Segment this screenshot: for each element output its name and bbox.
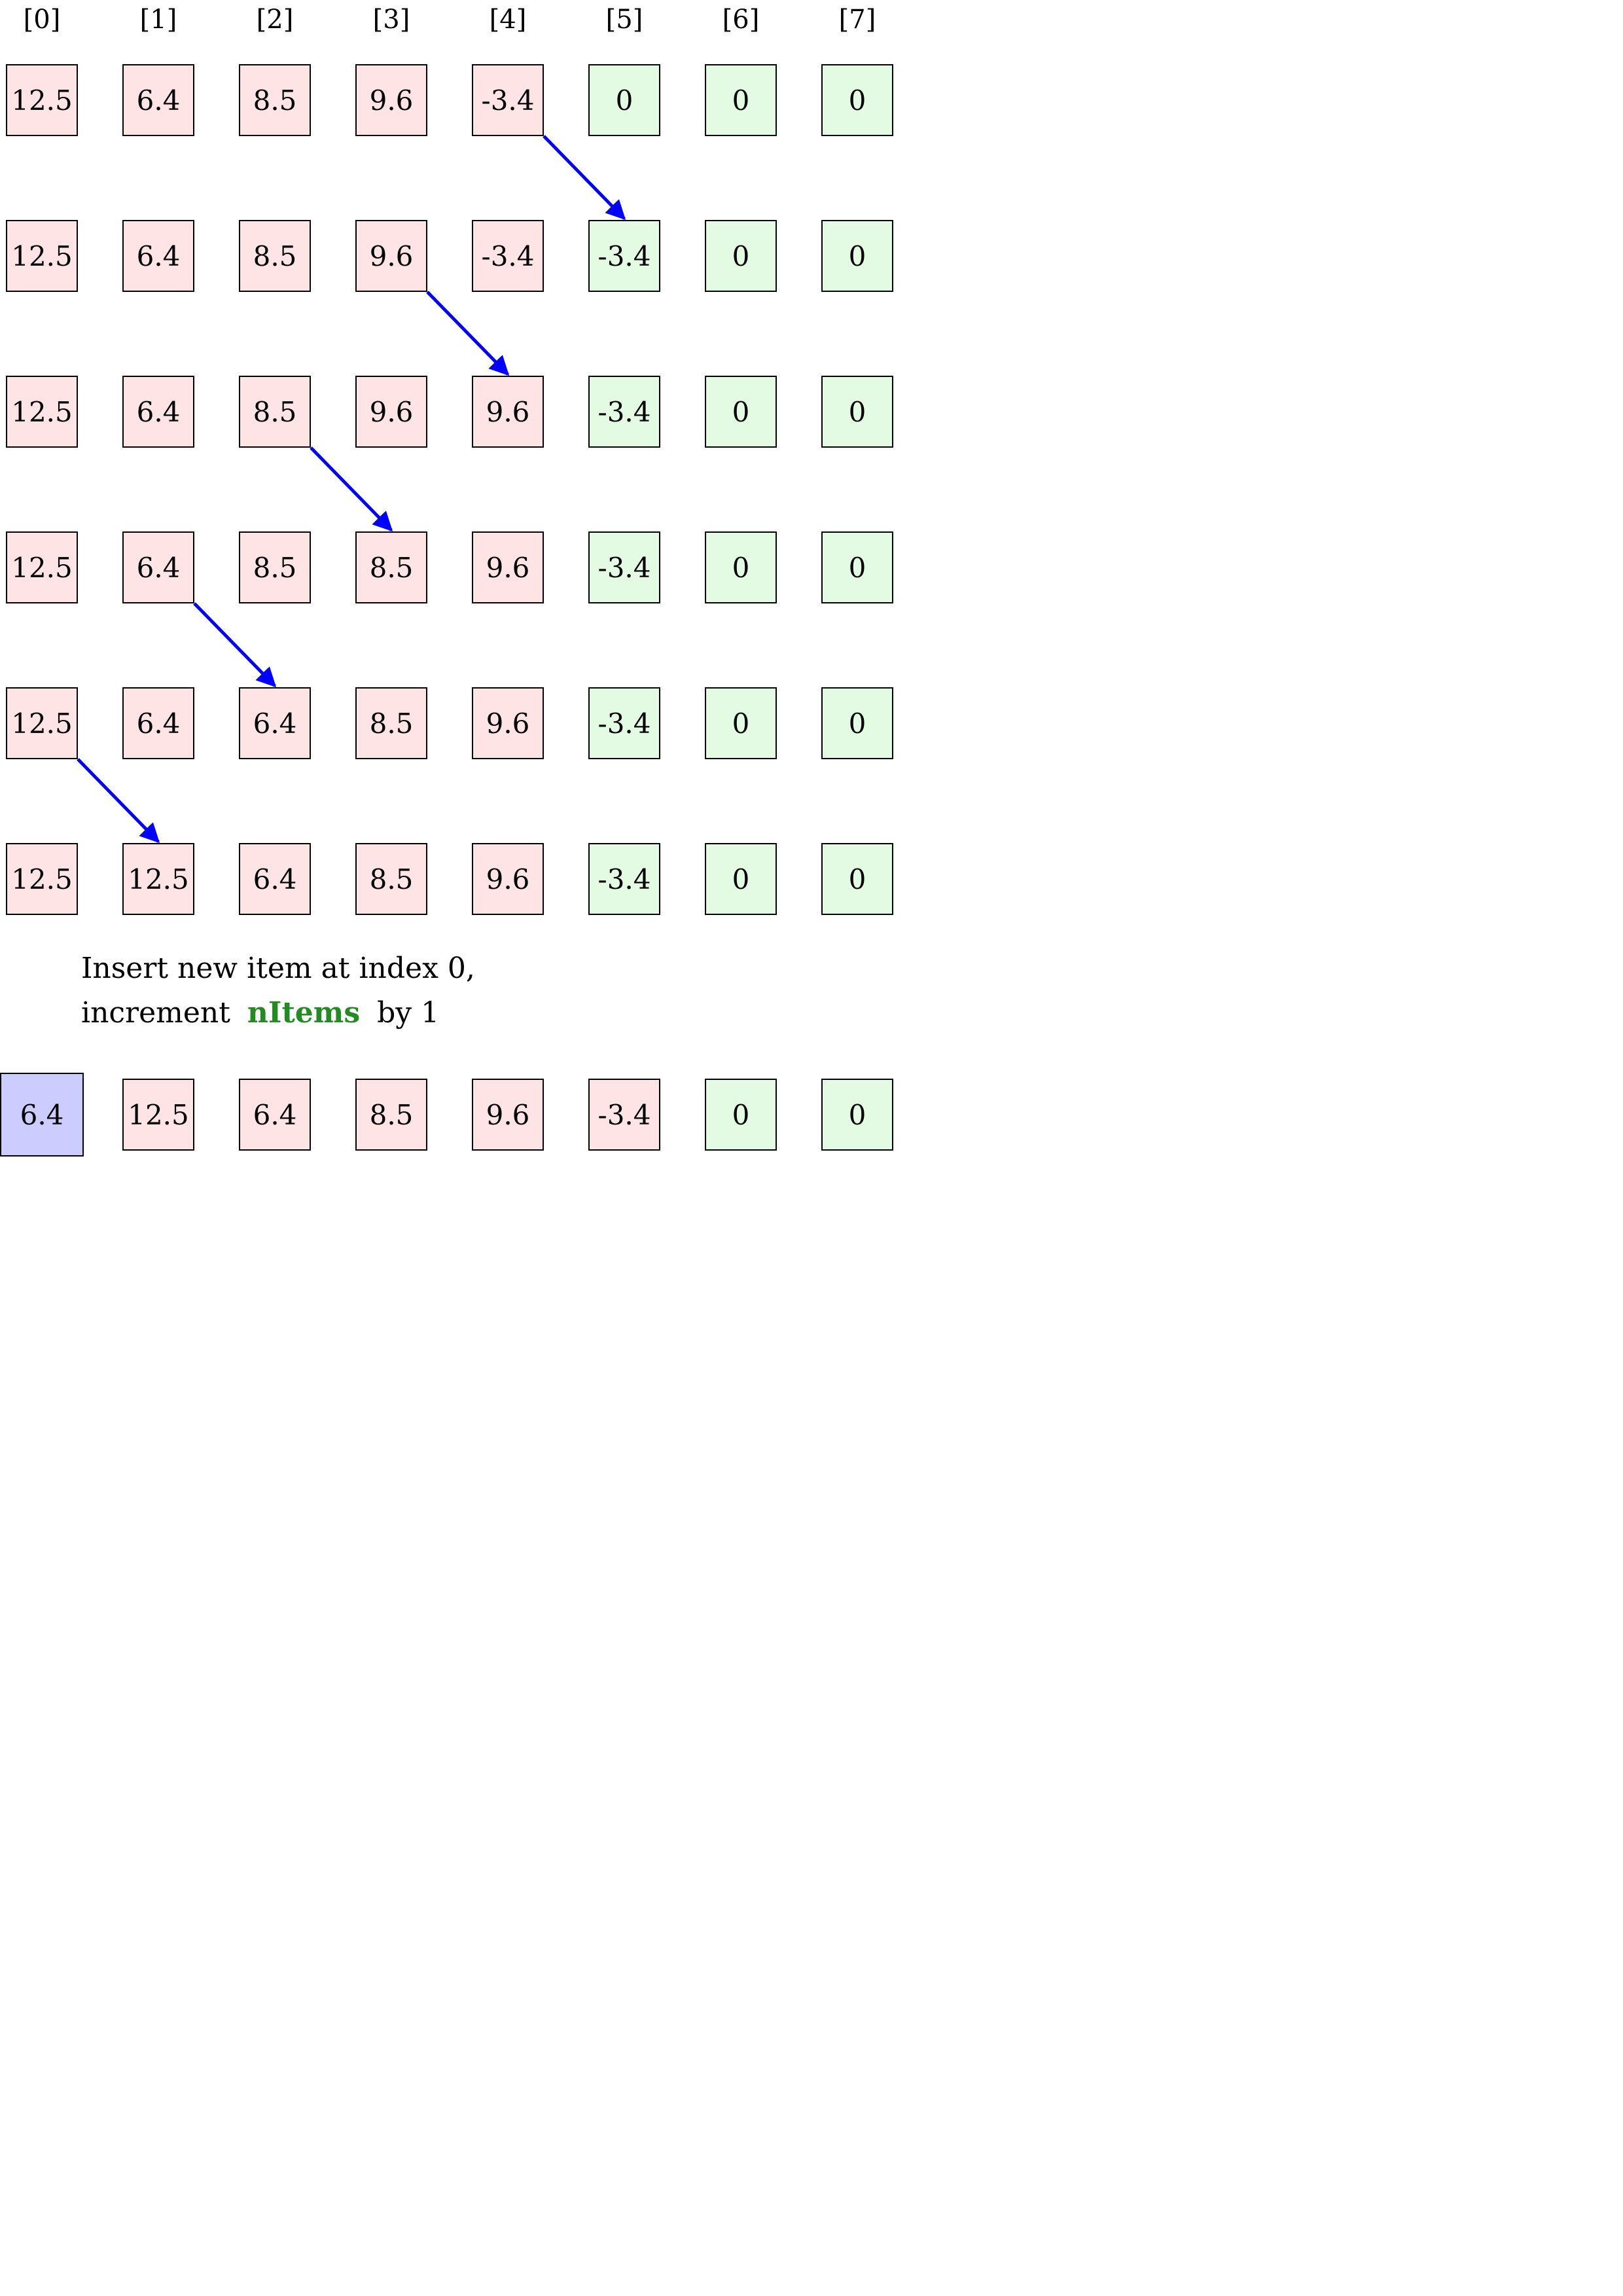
array-cell: 9.6 (472, 1079, 544, 1151)
shift-arrow-3-to-4 (426, 291, 510, 376)
array-cell: 6.4 (239, 1079, 311, 1151)
array-cell: 12.5 (122, 1079, 194, 1151)
shift-arrow-4-to-5 (543, 135, 626, 221)
shift-arrow-1-to-2 (193, 602, 277, 688)
shift-arrows (77, 135, 626, 844)
caption-line-1: Insert new item at index 0, (81, 952, 475, 985)
nitems-keyword: nItems (247, 996, 361, 1030)
array-cell: 0 (821, 1079, 893, 1151)
caption-increment-text: increment (81, 996, 230, 1030)
caption-by-one-text: by 1 (377, 996, 440, 1030)
array-cell: 0 (705, 1079, 777, 1151)
shift-arrow-2-to-3 (310, 446, 393, 532)
array-cell: -3.4 (588, 1079, 660, 1151)
inserted-cell: 6.4 (0, 1073, 84, 1157)
caption-line-2: increment nItems by 1 (81, 995, 439, 1031)
array-cell: 8.5 (355, 1079, 427, 1151)
array-insertion-diagram: [0] [1] [2] [3] [4] [5] [6] [7] 12.5 6.4 8.5 9.6 -3… (0, 0, 903, 1165)
shift-arrow-0-to-1 (77, 758, 160, 844)
